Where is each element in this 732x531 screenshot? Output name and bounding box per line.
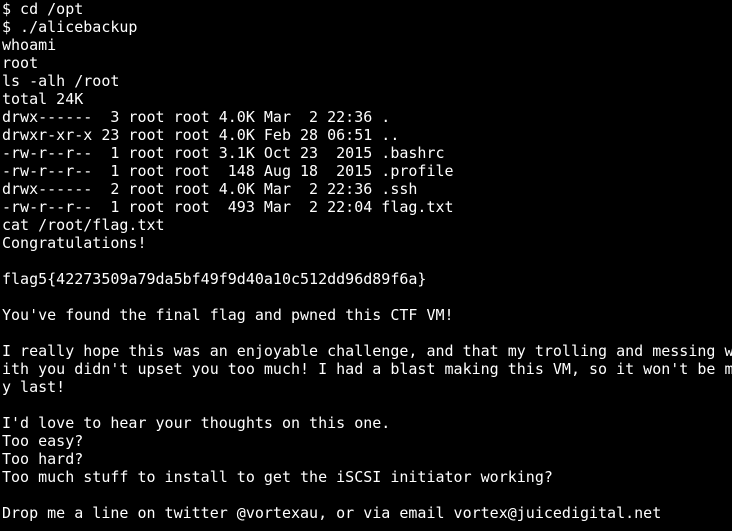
terminal-line: flag5{42273509a79da5bf49f9d40a10c512dd96…: [2, 270, 427, 288]
terminal-line: -rw-r--r-- 1 root root 3.1K Oct 23 2015 …: [2, 144, 445, 162]
terminal-line: drwx------ 3 root root 4.0K Mar 2 22:36 …: [2, 108, 391, 126]
terminal-line: I really hope this was an enjoyable chal…: [2, 342, 732, 360]
terminal-line: $ cd /opt: [2, 0, 84, 18]
terminal-line: Too easy?: [2, 432, 84, 450]
terminal-line: Too hard?: [2, 450, 84, 468]
terminal-line: ith you didn't upset you too much! I had…: [2, 360, 732, 378]
terminal-line: total 24K: [2, 90, 84, 108]
terminal-line: root: [2, 54, 39, 72]
terminal-line: drwxr-xr-x 23 root root 4.0K Feb 28 06:5…: [2, 126, 400, 144]
terminal-line: I'd love to hear your thoughts on this o…: [2, 414, 391, 432]
terminal-line: -rw-r--r-- 1 root root 148 Aug 18 2015 .…: [2, 162, 454, 180]
terminal-window[interactable]: $ cd /opt $ ./alicebackup whoami root ls…: [0, 0, 732, 531]
terminal-line: Too much stuff to install to get the iSC…: [2, 468, 553, 486]
terminal-line: whoami: [2, 36, 57, 54]
terminal-line: Drop me a line on twitter @vortexau, or …: [2, 504, 662, 522]
terminal-line: drwx------ 2 root root 4.0K Mar 2 22:36 …: [2, 180, 418, 198]
terminal-line: ls -alh /root: [2, 72, 120, 90]
terminal-line: Congratulations!: [2, 234, 147, 252]
terminal-line: You've found the final flag and pwned th…: [2, 306, 454, 324]
terminal-line: $ ./alicebackup: [2, 18, 138, 36]
terminal-line: cat /root/flag.txt: [2, 216, 165, 234]
terminal-line: y last!: [2, 378, 66, 396]
terminal-line: -rw-r--r-- 1 root root 493 Mar 2 22:04 f…: [2, 198, 454, 216]
